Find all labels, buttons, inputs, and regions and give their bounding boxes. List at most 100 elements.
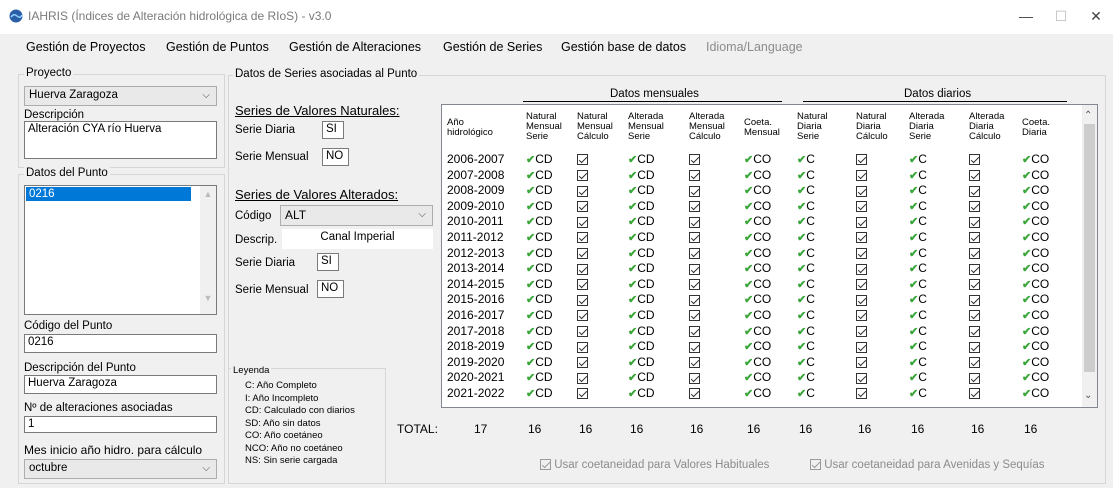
table-row[interactable]: 2007-2008 ✔CD ✔CD ✔CO ✔C ✔C ✔CO — [442, 168, 1082, 183]
list-scrollbar[interactable]: ▲ ▼ — [200, 186, 216, 314]
checkbox-icon[interactable] — [969, 372, 980, 384]
calc-checkbox[interactable] — [969, 308, 980, 322]
checkbox-icon[interactable] — [577, 388, 588, 400]
calc-checkbox[interactable] — [856, 261, 867, 275]
checkbox-icon[interactable] — [856, 325, 867, 337]
table-row[interactable]: 2016-2017 ✔CD ✔CD ✔CO ✔C ✔C ✔CO — [442, 308, 1082, 323]
calc-checkbox[interactable] — [689, 355, 700, 369]
calc-checkbox[interactable] — [969, 277, 980, 291]
calc-checkbox[interactable] — [856, 199, 867, 213]
mes-inicio-select[interactable]: octubre ⌵ — [24, 459, 217, 479]
calc-checkbox[interactable] — [689, 308, 700, 322]
checkbox-icon[interactable] — [689, 232, 700, 244]
checkbox-icon[interactable] — [969, 201, 980, 213]
calc-checkbox[interactable] — [689, 339, 700, 353]
menu-series[interactable]: Gestión de Series — [443, 40, 542, 54]
checkbox-icon[interactable] — [577, 357, 588, 369]
opt-avenidas[interactable]: Usar coetaneidad para Avenidas y Sequías — [810, 459, 1045, 471]
calc-checkbox[interactable] — [856, 355, 867, 369]
checkbox-icon[interactable] — [577, 279, 588, 291]
checkbox-icon[interactable] — [856, 154, 867, 166]
table-row[interactable]: 2008-2009 ✔CD ✔CD ✔CO ✔C ✔C ✔CO — [442, 183, 1082, 198]
calc-checkbox[interactable] — [969, 168, 980, 182]
calc-checkbox[interactable] — [577, 292, 588, 306]
checkbox-icon[interactable] — [856, 357, 867, 369]
calc-checkbox[interactable] — [969, 292, 980, 306]
calc-checkbox[interactable] — [577, 152, 588, 166]
checkbox-icon[interactable] — [969, 154, 980, 166]
years-grid[interactable]: Año hidrológico Natural Mensual Serie Natural… — [441, 104, 1098, 408]
num-alteraciones-field[interactable]: 1 — [24, 416, 217, 433]
desc-punto-field[interactable]: Huerva Zaragoza — [24, 375, 217, 394]
minimize-button[interactable]: — — [1016, 6, 1036, 26]
checkbox-icon[interactable] — [689, 341, 700, 353]
calc-checkbox[interactable] — [969, 355, 980, 369]
checkbox-icon[interactable] — [577, 263, 588, 275]
calc-checkbox[interactable] — [969, 324, 980, 338]
checkbox-icon[interactable] — [856, 201, 867, 213]
descrip-alt-field[interactable]: Canal Imperial — [282, 229, 433, 249]
checkbox-icon[interactable] — [969, 325, 980, 337]
calc-checkbox[interactable] — [689, 370, 700, 384]
checkbox-icon[interactable] — [856, 294, 867, 306]
menu-base-datos[interactable]: Gestión base de datos — [561, 40, 686, 54]
checkbox-icon[interactable] — [577, 216, 588, 228]
table-row[interactable]: 2011-2012 ✔CD ✔CD ✔CO ✔C ✔C ✔CO — [442, 230, 1082, 245]
calc-checkbox[interactable] — [577, 230, 588, 244]
calc-checkbox[interactable] — [969, 261, 980, 275]
checkbox-icon[interactable] — [577, 169, 588, 181]
close-button[interactable]: ✕ — [1086, 6, 1106, 26]
checkbox-icon[interactable] — [856, 185, 867, 197]
checkbox-icon[interactable] — [689, 325, 700, 337]
checkbox-icon[interactable] — [969, 310, 980, 322]
checkbox-icon[interactable] — [689, 279, 700, 291]
checkbox-icon[interactable] — [969, 263, 980, 275]
calc-checkbox[interactable] — [969, 370, 980, 384]
table-row[interactable]: 2006-2007 ✔CD ✔CD ✔CO ✔C ✔C ✔CO — [442, 152, 1082, 167]
calc-checkbox[interactable] — [856, 386, 867, 400]
table-row[interactable]: 2010-2011 ✔CD ✔CD ✔CO ✔C ✔C ✔CO — [442, 214, 1082, 229]
opt-habituales[interactable]: Usar coetaneidad para Valores Habituales — [540, 459, 769, 471]
calc-checkbox[interactable] — [856, 214, 867, 228]
table-row[interactable]: 2014-2015 ✔CD ✔CD ✔CO ✔C ✔C ✔CO — [442, 277, 1082, 292]
calc-checkbox[interactable] — [577, 214, 588, 228]
calc-checkbox[interactable] — [689, 261, 700, 275]
menu-alteraciones[interactable]: Gestión de Alteraciones — [289, 40, 421, 54]
calc-checkbox[interactable] — [969, 230, 980, 244]
table-row[interactable]: 2020-2021 ✔CD ✔CD ✔CO ✔C ✔C ✔CO — [442, 370, 1082, 385]
menu-puntos[interactable]: Gestión de Puntos — [166, 40, 269, 54]
calc-checkbox[interactable] — [856, 168, 867, 182]
calc-checkbox[interactable] — [689, 214, 700, 228]
calc-checkbox[interactable] — [577, 199, 588, 213]
checkbox-icon[interactable] — [856, 341, 867, 353]
codigo-alt-select[interactable]: ALT ⌵ — [280, 205, 433, 226]
checkbox-icon[interactable] — [689, 388, 700, 400]
maximize-button[interactable]: ☐ — [1051, 6, 1071, 26]
calc-checkbox[interactable] — [856, 152, 867, 166]
checkbox-icon[interactable] — [856, 263, 867, 275]
calc-checkbox[interactable] — [689, 292, 700, 306]
calc-checkbox[interactable] — [969, 246, 980, 260]
checkbox-icon[interactable] — [577, 341, 588, 353]
calc-checkbox[interactable] — [969, 152, 980, 166]
menu-idioma[interactable]: Idioma/Language — [706, 40, 803, 54]
calc-checkbox[interactable] — [577, 370, 588, 384]
checkbox-icon[interactable] — [577, 310, 588, 322]
calc-checkbox[interactable] — [856, 183, 867, 197]
calc-checkbox[interactable] — [856, 324, 867, 338]
checkbox-icon[interactable] — [689, 294, 700, 306]
calc-checkbox[interactable] — [856, 246, 867, 260]
calc-checkbox[interactable] — [856, 230, 867, 244]
calc-checkbox[interactable] — [856, 277, 867, 291]
table-row[interactable]: 2012-2013 ✔CD ✔CD ✔CO ✔C ✔C ✔CO — [442, 246, 1082, 261]
avenidas-checkbox[interactable] — [810, 459, 821, 471]
calc-checkbox[interactable] — [689, 230, 700, 244]
calc-checkbox[interactable] — [689, 324, 700, 338]
calc-checkbox[interactable] — [856, 292, 867, 306]
calc-checkbox[interactable] — [689, 246, 700, 260]
grid-scroll-thumb[interactable] — [1084, 124, 1095, 372]
calc-checkbox[interactable] — [969, 183, 980, 197]
calc-checkbox[interactable] — [969, 339, 980, 353]
checkbox-icon[interactable] — [577, 185, 588, 197]
checkbox-icon[interactable] — [689, 216, 700, 228]
